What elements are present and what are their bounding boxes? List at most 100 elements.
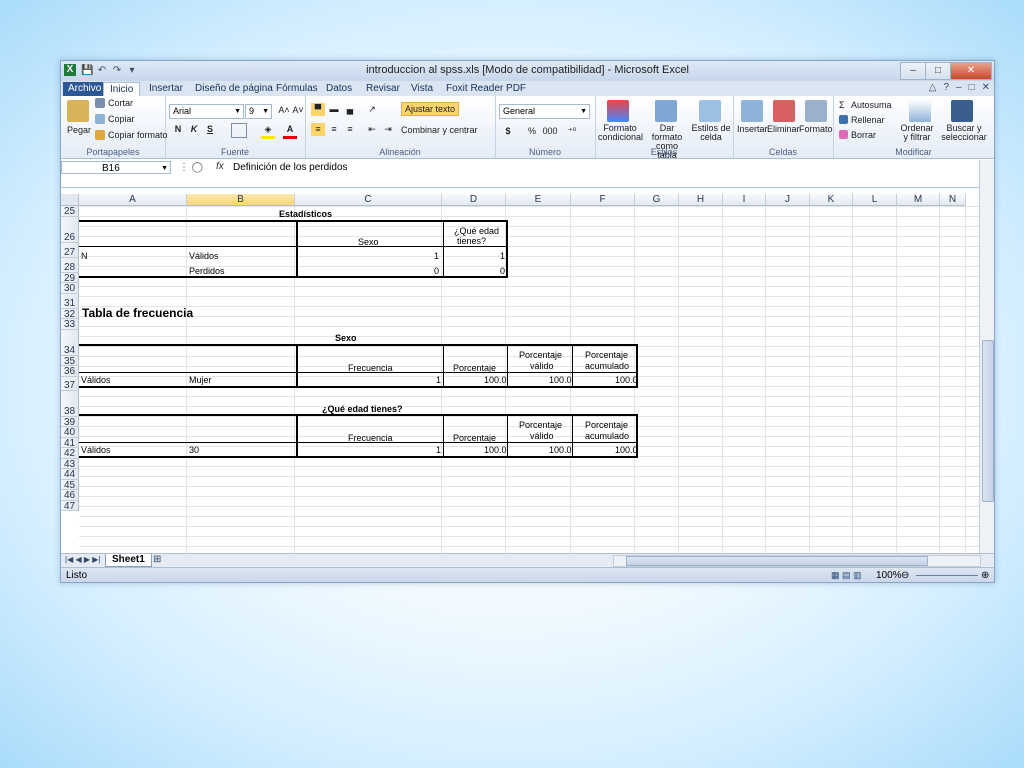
row-header-44[interactable]: 44 <box>61 469 79 480</box>
doc-restore-icon[interactable]: □ <box>969 82 975 93</box>
column-header-j[interactable]: J <box>766 194 810 206</box>
font-size-select[interactable]: 9 ▼ <box>245 104 272 119</box>
tab-archivo[interactable]: Archivo <box>63 82 107 96</box>
delete-button[interactable]: Eliminar <box>767 124 800 134</box>
conditional-format-button[interactable]: Formato condicional <box>598 124 643 142</box>
formula-input[interactable]: Definición de los perdidos <box>233 161 348 174</box>
grow-font-icon[interactable]: A˄ <box>277 104 291 117</box>
align-right-icon[interactable]: ≡ <box>343 123 357 136</box>
name-box[interactable]: B16 ▼ <box>61 161 171 174</box>
row-header-36[interactable]: 36 <box>61 366 79 377</box>
italic-button[interactable]: K <box>187 123 201 136</box>
column-header-c[interactable]: C <box>295 194 442 206</box>
column-header-b[interactable]: B <box>187 194 295 206</box>
horizontal-scrollbar[interactable] <box>613 555 981 567</box>
shrink-font-icon[interactable]: A˅ <box>291 104 305 117</box>
zoom-level[interactable]: 100% <box>876 568 902 582</box>
row-header-32[interactable]: 32 <box>61 308 79 319</box>
cell-styles-button[interactable]: Estilos de celda <box>691 124 731 142</box>
row-header-27[interactable]: 27 <box>61 242 79 258</box>
sheet-tab-sheet1[interactable]: Sheet1 <box>105 554 152 567</box>
fill-color-icon[interactable]: ◈ <box>261 123 275 139</box>
column-header-m[interactable]: M <box>897 194 940 206</box>
row-header-39[interactable]: 39 <box>61 416 79 427</box>
orientation-icon[interactable]: ↗ <box>365 103 379 116</box>
tab-inicio[interactable]: Inicio <box>103 82 141 97</box>
zoom-in-icon[interactable]: ⊕ <box>981 568 989 582</box>
sheet-nav-arrows-icon[interactable]: |◀ ◀ ▶ ▶| <box>65 554 100 566</box>
tab-diseno-pagina[interactable]: Diseño de página <box>195 82 273 96</box>
row-header-26[interactable]: 26 <box>61 216 79 243</box>
row-header-31[interactable]: 31 <box>61 293 79 309</box>
sort-filter-button[interactable]: Ordenar y filtrar <box>897 124 937 142</box>
format-painter-button[interactable]: Copiar formato <box>108 130 168 140</box>
merge-center-button[interactable]: Combinar y centrar <box>401 125 478 135</box>
column-header-h[interactable]: H <box>679 194 723 206</box>
align-center-icon[interactable]: ≡ <box>327 123 341 136</box>
row-header-40[interactable]: 40 <box>61 427 79 438</box>
vertical-scroll-thumb[interactable] <box>982 340 994 502</box>
format-button[interactable]: Formato <box>799 124 833 134</box>
tab-formulas[interactable]: Fórmulas <box>276 82 318 96</box>
new-sheet-icon[interactable]: ⊞ <box>153 554 161 566</box>
outdent-icon[interactable]: ⇥ <box>381 123 395 136</box>
tab-datos[interactable]: Datos <box>326 82 352 96</box>
align-left-icon[interactable]: ≡ <box>311 123 325 136</box>
wrap-text-button[interactable]: Ajustar texto <box>401 102 460 116</box>
tab-revisar[interactable]: Revisar <box>366 82 400 96</box>
doc-minimize-icon[interactable]: – <box>956 82 962 93</box>
align-bottom-icon[interactable]: ▄ <box>343 103 357 116</box>
column-header-f[interactable]: F <box>571 194 635 206</box>
column-header-i[interactable]: I <box>723 194 766 206</box>
column-header-g[interactable]: G <box>635 194 679 206</box>
view-buttons-icon[interactable]: ▦ ▤ ▥ <box>831 568 862 582</box>
number-format-select[interactable]: General ▼ <box>499 104 590 119</box>
worksheet-grid[interactable]: Estadísticos Sexo ¿Qué edad tienes? N Vá… <box>79 206 979 553</box>
row-header-33[interactable]: 33 <box>61 319 79 330</box>
percent-button[interactable]: % <box>525 125 539 138</box>
column-header-d[interactable]: D <box>442 194 506 206</box>
tab-insertar[interactable]: Insertar <box>149 82 183 96</box>
column-header-a[interactable]: A <box>79 194 187 206</box>
zoom-out-icon[interactable]: ⊖ <box>901 568 909 582</box>
font-color-icon[interactable]: A <box>283 123 297 139</box>
select-all-corner[interactable] <box>61 194 79 206</box>
font-name-select[interactable]: Arial ▼ <box>169 104 244 119</box>
align-middle-icon[interactable]: ▬ <box>327 103 341 116</box>
maximize-button[interactable]: □ <box>925 62 951 80</box>
horizontal-scroll-thumb[interactable] <box>626 556 928 566</box>
autosum-button[interactable]: Autosuma <box>851 100 892 110</box>
row-header-43[interactable]: 43 <box>61 458 79 469</box>
column-header-k[interactable]: K <box>810 194 853 206</box>
row-header-28[interactable]: 28 <box>61 257 79 273</box>
indent-icon[interactable]: ⇤ <box>365 123 379 136</box>
column-header-e[interactable]: E <box>506 194 571 206</box>
row-header-34[interactable]: 34 <box>61 329 79 356</box>
minimize-ribbon-icon[interactable]: △ <box>929 82 937 93</box>
row-header-35[interactable]: 35 <box>61 355 79 366</box>
row-header-45[interactable]: 45 <box>61 479 79 490</box>
row-header-46[interactable]: 46 <box>61 490 79 501</box>
tab-vista[interactable]: Vista <box>411 82 433 96</box>
paste-icon[interactable] <box>67 100 89 122</box>
borders-icon[interactable] <box>231 123 247 138</box>
insert-function-icon[interactable]: fx <box>216 161 224 172</box>
row-header-37[interactable]: 37 <box>61 376 79 391</box>
copy-button[interactable]: Copiar <box>108 114 135 124</box>
close-button[interactable]: ✕ <box>950 62 992 80</box>
fill-button[interactable]: Rellenar <box>851 115 885 125</box>
thousands-button[interactable]: 000 <box>541 125 559 138</box>
row-header-30[interactable]: 30 <box>61 283 79 294</box>
zoom-slider[interactable] <box>916 575 978 576</box>
help-icon[interactable]: ? <box>943 82 949 93</box>
row-header-41[interactable]: 41 <box>61 437 79 448</box>
column-header-l[interactable]: L <box>853 194 897 206</box>
row-header-25[interactable]: 25 <box>61 206 79 217</box>
cut-button[interactable]: Cortar <box>108 98 133 108</box>
bold-button[interactable]: N <box>171 123 185 136</box>
row-header-42[interactable]: 42 <box>61 448 79 459</box>
vertical-scrollbar[interactable] <box>979 160 994 553</box>
row-header-29[interactable]: 29 <box>61 272 79 283</box>
row-header-38[interactable]: 38 <box>61 390 79 417</box>
underline-button[interactable]: S <box>203 123 217 136</box>
